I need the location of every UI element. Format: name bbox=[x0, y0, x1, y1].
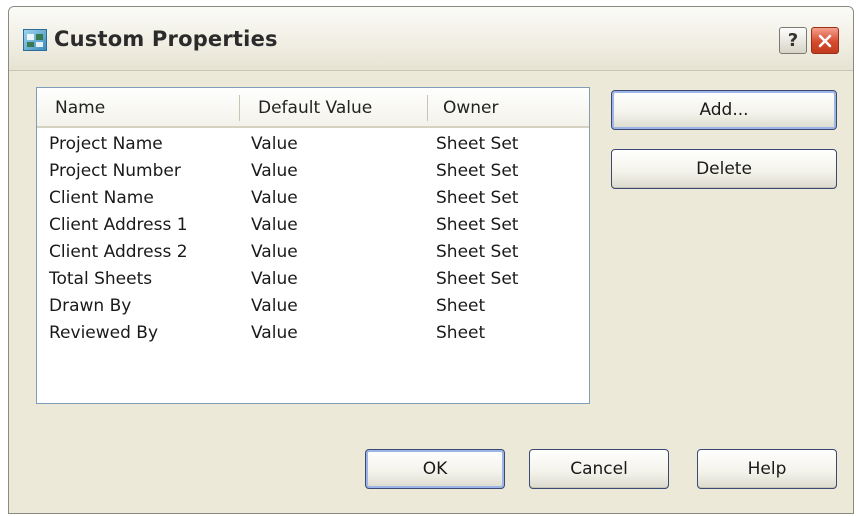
list-item[interactable]: Project Name Value Sheet Set bbox=[37, 132, 589, 159]
property-default-value: Value bbox=[251, 161, 298, 181]
property-default-value: Value bbox=[251, 134, 298, 154]
custom-properties-list[interactable]: Name Default Value Owner Project Name Va… bbox=[36, 87, 590, 404]
column-header-name[interactable]: Name bbox=[55, 98, 105, 118]
list-header: Name Default Value Owner bbox=[37, 88, 589, 128]
property-default-value: Value bbox=[251, 242, 298, 262]
custom-properties-dialog: Custom Properties ? Name Default Value O… bbox=[8, 6, 854, 514]
property-name: Client Address 2 bbox=[49, 242, 188, 262]
property-name: Client Address 1 bbox=[49, 215, 188, 235]
delete-button[interactable]: Delete bbox=[611, 149, 837, 189]
dialog-title: Custom Properties bbox=[54, 27, 278, 51]
cancel-button[interactable]: Cancel bbox=[529, 449, 669, 489]
list-item[interactable]: Client Address 1 Value Sheet Set bbox=[37, 213, 589, 240]
list-item[interactable]: Total Sheets Value Sheet Set bbox=[37, 267, 589, 294]
property-default-value: Value bbox=[251, 188, 298, 208]
property-owner: Sheet Set bbox=[436, 188, 519, 208]
property-default-value: Value bbox=[251, 323, 298, 343]
add-button[interactable]: Add... bbox=[611, 90, 837, 130]
property-name: Reviewed By bbox=[49, 323, 159, 343]
list-item[interactable]: Drawn By Value Sheet bbox=[37, 294, 589, 321]
property-default-value: Value bbox=[251, 296, 298, 316]
property-name: Project Number bbox=[49, 161, 181, 181]
column-divider[interactable] bbox=[427, 95, 428, 121]
property-name: Client Name bbox=[49, 188, 154, 208]
list-item[interactable]: Client Address 2 Value Sheet Set bbox=[37, 240, 589, 267]
property-owner: Sheet Set bbox=[436, 134, 519, 154]
property-name: Project Name bbox=[49, 134, 163, 154]
ok-button[interactable]: OK bbox=[365, 449, 505, 489]
list-item[interactable]: Reviewed By Value Sheet bbox=[37, 321, 589, 348]
property-default-value: Value bbox=[251, 269, 298, 289]
help-button[interactable]: Help bbox=[697, 449, 837, 489]
sheet-set-app-icon bbox=[23, 29, 47, 51]
property-owner: Sheet Set bbox=[436, 161, 519, 181]
property-name: Total Sheets bbox=[49, 269, 153, 289]
list-item[interactable]: Project Number Value Sheet Set bbox=[37, 159, 589, 186]
property-owner: Sheet bbox=[436, 323, 486, 343]
property-owner: Sheet Set bbox=[436, 269, 519, 289]
property-owner: Sheet Set bbox=[436, 215, 519, 235]
column-divider[interactable] bbox=[239, 95, 240, 121]
property-default-value: Value bbox=[251, 215, 298, 235]
property-name: Drawn By bbox=[49, 296, 132, 316]
column-header-default-value[interactable]: Default Value bbox=[258, 98, 372, 118]
help-question-label: ? bbox=[787, 30, 799, 51]
column-header-owner[interactable]: Owner bbox=[443, 98, 499, 118]
title-bar[interactable]: Custom Properties ? bbox=[9, 7, 853, 71]
close-button[interactable] bbox=[811, 27, 839, 54]
help-title-button[interactable]: ? bbox=[779, 27, 807, 54]
property-owner: Sheet bbox=[436, 296, 486, 316]
list-item[interactable]: Client Name Value Sheet Set bbox=[37, 186, 589, 213]
property-owner: Sheet Set bbox=[436, 242, 519, 262]
close-x-icon bbox=[818, 34, 832, 47]
